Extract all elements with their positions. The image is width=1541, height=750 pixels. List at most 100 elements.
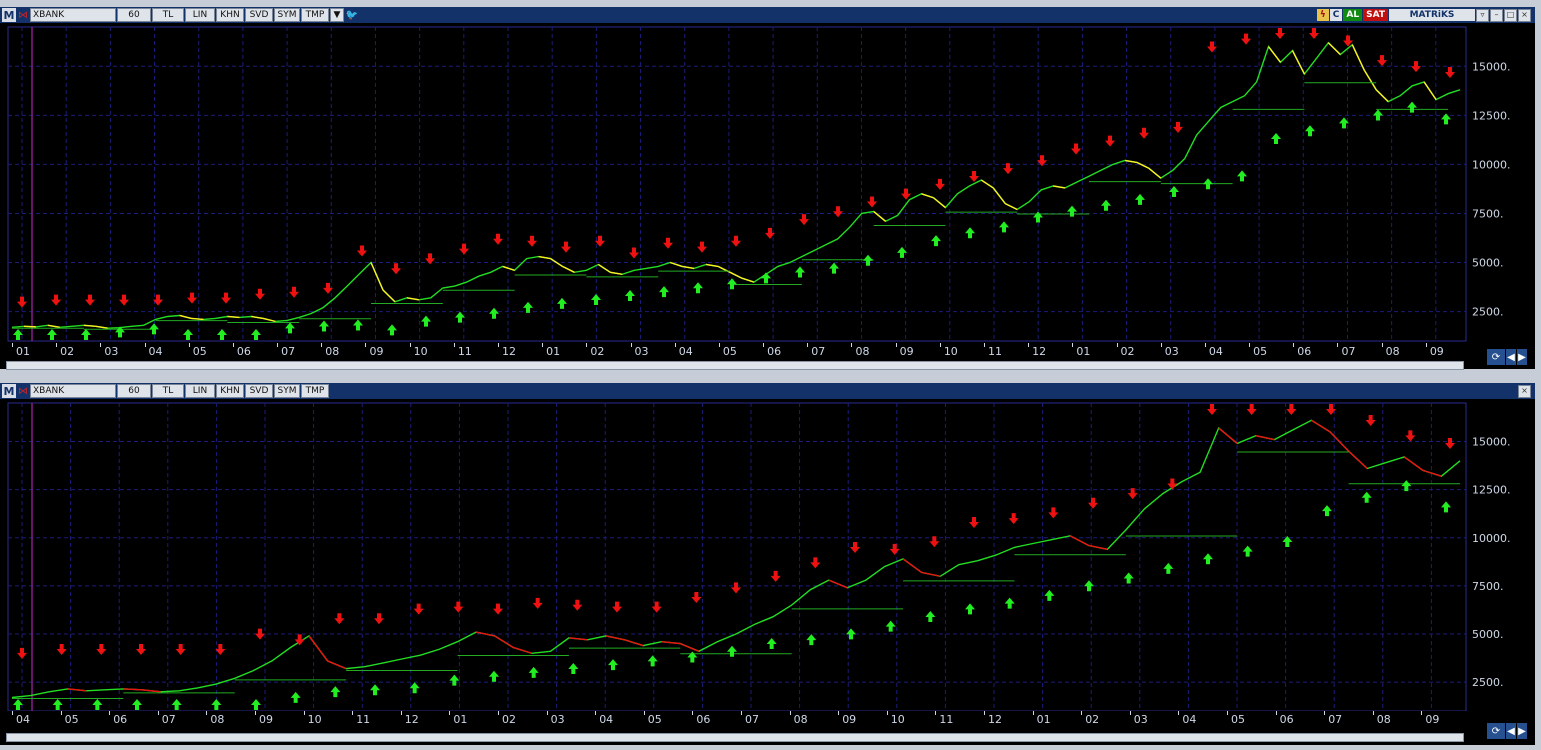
lin-button[interactable]: LIN: [185, 384, 215, 398]
buy-signal-arrow: [455, 311, 465, 323]
tmp-button[interactable]: TMP: [301, 8, 329, 22]
x-tick-mark: [789, 711, 791, 715]
price-line-down-segment: [661, 641, 681, 645]
maximize-icon[interactable]: □: [1504, 8, 1517, 22]
x-tick-mark: [109, 711, 111, 715]
x-tick-mark: [838, 711, 840, 715]
buy-signal-arrow: [727, 645, 737, 657]
x-tick-label: 06: [1297, 345, 1312, 358]
sell-signal-arrow: [929, 536, 940, 548]
price-chart[interactable]: 15000. 12500. 10000. 7500. 5000. 2500.: [0, 23, 1535, 343]
lightning-icon[interactable]: ϟ: [1316, 9, 1329, 21]
x-tick-mark: [12, 711, 13, 715]
scroll-left-icon[interactable]: ◀: [1506, 723, 1516, 739]
filter-icon[interactable]: ▿: [1476, 8, 1489, 22]
price-line-down-segment: [191, 317, 204, 321]
sym-button[interactable]: SYM: [274, 384, 300, 398]
price-line-down-segment: [568, 637, 588, 641]
matriks-m-icon[interactable]: M: [2, 384, 16, 398]
x-tick-mark: [984, 343, 985, 347]
symbol-field[interactable]: XBANK: [30, 384, 116, 398]
sell-signal-arrow: [1286, 404, 1297, 415]
buy-button[interactable]: AL: [1343, 9, 1363, 21]
x-tick-label: 02: [1085, 713, 1100, 726]
symbol-field[interactable]: XBANK: [30, 8, 116, 22]
refresh-icon[interactable]: ⟳: [1487, 349, 1505, 365]
horizontal-scrollbar[interactable]: [6, 733, 1464, 742]
x-tick-mark: [939, 343, 941, 347]
x-tick-label: 01: [1036, 713, 1051, 726]
price-line-down-segment: [1348, 450, 1368, 469]
svd-button[interactable]: SVD: [245, 384, 273, 398]
sell-signal-arrow: [731, 582, 741, 594]
x-tick-mark: [1249, 343, 1251, 347]
x-tick-mark: [12, 343, 13, 347]
y-tick-label: 12500.: [1472, 484, 1511, 497]
scroll-left-icon[interactable]: ◀: [1506, 349, 1516, 365]
tmp-button[interactable]: TMP: [301, 384, 329, 398]
scroll-right-icon[interactable]: ▶: [1517, 723, 1527, 739]
price-line-down-segment: [47, 324, 60, 328]
x-tick-mark: [498, 343, 499, 347]
horizontal-scrollbar[interactable]: [6, 361, 1464, 370]
period-field[interactable]: 60: [117, 384, 151, 398]
sell-signal-arrow: [413, 603, 424, 615]
khn-button[interactable]: KHN: [216, 384, 244, 398]
sell-signal-arrow: [612, 601, 622, 613]
buy-signal-arrow: [693, 282, 703, 294]
sell-signal-arrow: [374, 613, 384, 625]
close-icon[interactable]: ×: [1518, 8, 1531, 22]
price-chart[interactable]: 15000. 12500. 10000. 7500. 5000. 2500.: [0, 399, 1535, 713]
buy-signal-arrow: [608, 659, 618, 671]
svd-button[interactable]: SVD: [245, 8, 273, 22]
sell-signal-arrow: [1207, 41, 1217, 53]
sell-signal-arrow: [867, 196, 877, 208]
x-tick-label: 10: [890, 713, 905, 726]
c-button[interactable]: C: [1329, 9, 1343, 21]
x-tick-label: 11: [988, 345, 1002, 358]
sell-signal-arrow: [119, 294, 129, 306]
price-line-down-segment: [494, 635, 514, 649]
sym-button[interactable]: SYM: [274, 8, 300, 22]
buy-signal-arrow: [52, 699, 63, 710]
currency-field[interactable]: TL: [152, 384, 184, 398]
buy-signal-arrow: [795, 266, 805, 278]
x-tick-label: 09: [1425, 713, 1440, 726]
sell-button[interactable]: SAT: [1363, 9, 1388, 21]
x-tick-label: 07: [161, 713, 176, 726]
x-tick-mark: [100, 343, 102, 347]
price-line-down-segment: [605, 635, 625, 641]
x-tick-label: 12: [988, 713, 1002, 726]
buy-signal-arrow: [761, 272, 771, 284]
refresh-icon[interactable]: ⟳: [1487, 723, 1505, 739]
matriks-m-icon[interactable]: M: [2, 8, 16, 22]
currency-field[interactable]: TL: [152, 8, 184, 22]
sell-signal-arrow: [453, 601, 464, 613]
x-tick-label: 09: [842, 713, 857, 726]
buy-signal-arrow: [523, 301, 533, 313]
lin-button[interactable]: LIN: [185, 8, 215, 22]
x-tick-label: 08: [855, 345, 870, 358]
price-line-down-segment: [1136, 161, 1150, 169]
scroll-right-icon[interactable]: ▶: [1517, 349, 1527, 365]
period-field[interactable]: 60: [117, 8, 151, 22]
dropdown-arrow-icon[interactable]: ▼: [330, 8, 344, 22]
x-tick-label: 11: [457, 345, 472, 358]
x-tick-mark: [1081, 711, 1083, 715]
twitter-icon[interactable]: 🐦: [345, 9, 359, 21]
chart-toolbar: M ⋈ XBANK 60 TL LIN KHN SVD SYM TMP ×: [0, 383, 1535, 399]
close-icon[interactable]: ×: [1518, 384, 1531, 398]
x-tick-mark: [935, 711, 937, 715]
buy-signal-arrow: [528, 666, 539, 678]
sell-signal-arrow: [136, 644, 146, 656]
x-tick-mark: [1129, 711, 1131, 715]
chart-nav: ⟳ ◀ ▶: [1486, 349, 1527, 365]
buy-signal-arrow: [489, 670, 499, 682]
x-tick-mark: [984, 711, 985, 715]
x-tick-mark: [60, 711, 62, 715]
buy-signal-arrow: [897, 246, 907, 258]
x-tick-mark: [206, 711, 208, 715]
minimize-icon[interactable]: –: [1490, 8, 1503, 22]
sell-signal-arrow: [1309, 28, 1319, 39]
khn-button[interactable]: KHN: [216, 8, 244, 22]
